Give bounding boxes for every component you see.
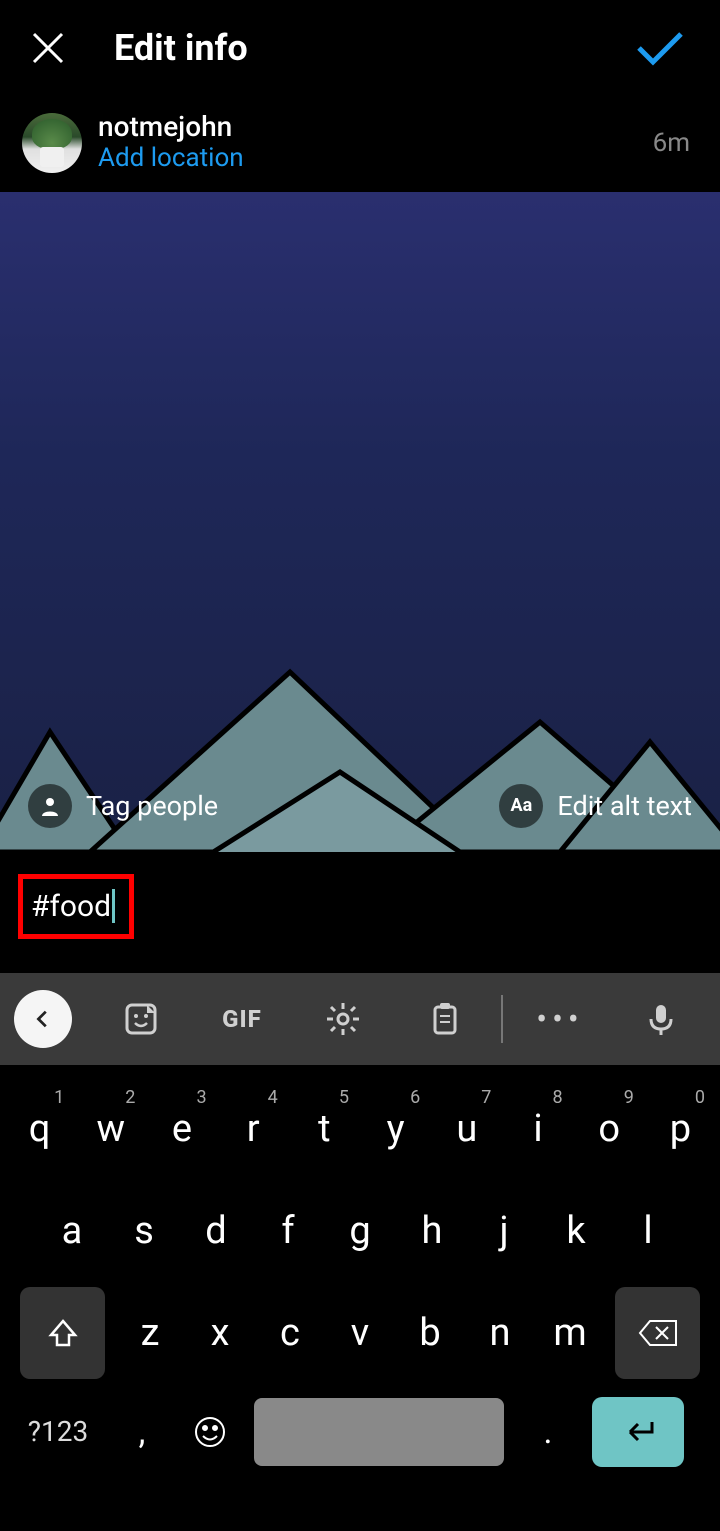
header: Edit info (0, 0, 720, 96)
key-x[interactable]: x (186, 1285, 254, 1381)
symbols-key[interactable]: ?123 (8, 1391, 108, 1473)
tag-people-button[interactable]: Tag people (28, 784, 218, 828)
more-icon[interactable]: ••• (509, 973, 610, 1065)
key-h[interactable]: h (397, 1183, 467, 1279)
username: notmejohn (98, 112, 653, 143)
key-z[interactable]: z (116, 1285, 184, 1381)
timestamp: 6m (653, 128, 690, 158)
avatar[interactable] (22, 113, 82, 173)
key-m[interactable]: m (536, 1285, 604, 1381)
spacebar-key[interactable] (254, 1398, 504, 1466)
key-r[interactable]: r4 (219, 1081, 288, 1177)
key-g[interactable]: g (325, 1183, 395, 1279)
sticker-icon[interactable] (90, 973, 191, 1065)
post-image[interactable]: Tag people Aa Edit alt text (0, 192, 720, 852)
key-d[interactable]: d (181, 1183, 251, 1279)
key-q[interactable]: q1 (5, 1081, 74, 1177)
key-l[interactable]: l (613, 1183, 683, 1279)
key-k[interactable]: k (541, 1183, 611, 1279)
gif-button[interactable]: GIF (191, 973, 292, 1065)
key-c[interactable]: c (256, 1285, 324, 1381)
keyboard-toolbar: GIF ••• (0, 973, 720, 1065)
clipboard-icon[interactable] (394, 973, 495, 1065)
page-title: Edit info (114, 27, 630, 69)
text-cursor (112, 889, 115, 923)
comma-key[interactable]: , (108, 1391, 176, 1473)
keyboard-collapse-icon[interactable] (14, 990, 72, 1048)
key-j[interactable]: j (469, 1183, 539, 1279)
shift-key[interactable] (20, 1287, 105, 1379)
key-s[interactable]: s (109, 1183, 179, 1279)
enter-key[interactable] (592, 1397, 684, 1467)
key-e[interactable]: e3 (147, 1081, 216, 1177)
key-w[interactable]: w2 (76, 1081, 145, 1177)
key-p[interactable]: p0 (646, 1081, 715, 1177)
period-key[interactable]: . (514, 1391, 582, 1473)
key-o[interactable]: o9 (575, 1081, 644, 1177)
edit-alt-text-button[interactable]: Aa Edit alt text (499, 784, 692, 828)
tag-people-label: Tag people (86, 790, 218, 822)
confirm-check-icon[interactable] (630, 18, 690, 78)
key-a[interactable]: a (37, 1183, 107, 1279)
key-u[interactable]: u7 (432, 1081, 501, 1177)
key-n[interactable]: n (466, 1285, 534, 1381)
person-icon (28, 784, 72, 828)
caption-area: #food (0, 852, 720, 973)
backspace-key[interactable] (615, 1287, 700, 1379)
caption-text: #food (31, 889, 111, 924)
key-v[interactable]: v (326, 1285, 394, 1381)
alt-text-icon: Aa (499, 784, 543, 828)
user-row: notmejohn Add location 6m (0, 96, 720, 192)
gear-icon[interactable] (293, 973, 394, 1065)
key-f[interactable]: f (253, 1183, 323, 1279)
key-b[interactable]: b (396, 1285, 464, 1381)
key-y[interactable]: y6 (361, 1081, 430, 1177)
emoji-key[interactable] (176, 1391, 244, 1473)
close-icon[interactable] (18, 18, 78, 78)
caption-input[interactable]: #food (18, 874, 134, 939)
key-i[interactable]: i8 (503, 1081, 572, 1177)
divider (501, 995, 503, 1043)
edit-alt-text-label: Edit alt text (557, 790, 692, 822)
key-t[interactable]: t5 (290, 1081, 359, 1177)
keyboard: q1w2e3r4t5y6u7i8o9p0 asdfghjkl zxcvbnm ?… (0, 1065, 720, 1501)
add-location-link[interactable]: Add location (98, 143, 653, 174)
mic-icon[interactable] (611, 973, 712, 1065)
